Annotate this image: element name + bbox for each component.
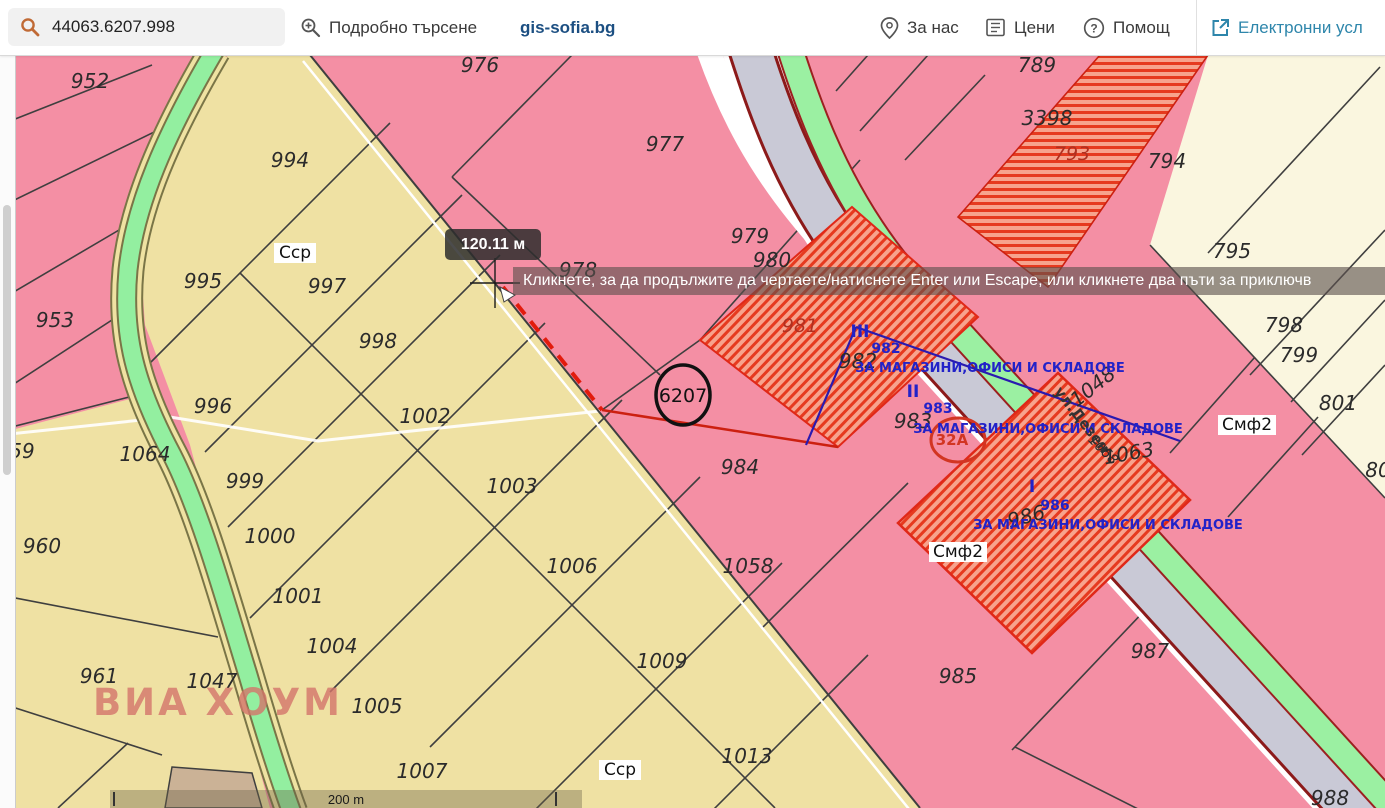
- map-label: 984: [721, 455, 759, 479]
- map-label: ЗА МАГАЗИНИ,ОФИСИ И СКЛАДОВЕ: [973, 518, 1243, 533]
- map-label: 32А: [936, 431, 969, 449]
- scrollbar-thumb[interactable]: [3, 205, 11, 475]
- map-label: II: [907, 382, 920, 402]
- map-label: 997: [308, 274, 346, 298]
- map-label: 952: [71, 69, 109, 93]
- map-label: 1064: [120, 442, 171, 466]
- map-label: 960: [23, 534, 61, 558]
- map-label: Сср: [604, 760, 636, 780]
- site-link-label: gis-sofia.bg: [520, 18, 615, 38]
- map-label: 953: [36, 308, 74, 332]
- map-label: 985: [939, 664, 977, 688]
- map-label: 794: [1148, 149, 1186, 173]
- map-label: 998: [359, 329, 397, 353]
- map-label: 983: [923, 401, 952, 417]
- map-label: 801: [1319, 391, 1357, 415]
- map-label: 976: [461, 55, 499, 77]
- map-label: 795: [1213, 239, 1251, 263]
- eservices-label: Електронни усл: [1238, 18, 1363, 38]
- map-label: 979: [731, 224, 769, 248]
- detailed-search-label: Подробно търсене: [329, 18, 477, 38]
- measure-value: 120.11 м: [461, 236, 525, 254]
- draw-instruction-bar: Кликнете, за да продължите да чертаете/н…: [513, 267, 1385, 295]
- map-label: 986: [1040, 498, 1069, 514]
- prices-button[interactable]: Цени: [985, 0, 1055, 55]
- map-label: 996: [194, 394, 232, 418]
- map-label: 977: [646, 132, 684, 156]
- map-label: 1002: [400, 404, 451, 428]
- draw-instruction-text: Кликнете, за да продължите да чертаете/н…: [523, 272, 1311, 289]
- search-icon: [20, 17, 40, 37]
- search-input[interactable]: [50, 16, 274, 38]
- map-label: III: [851, 322, 870, 342]
- map-label: Смф2: [933, 542, 983, 562]
- svg-text:?: ?: [1090, 21, 1097, 35]
- about-button[interactable]: За нас: [880, 0, 959, 55]
- question-circle-icon: ?: [1083, 17, 1105, 39]
- price-list-icon: [985, 18, 1006, 37]
- external-link-icon: [1210, 18, 1230, 38]
- map-label: 1004: [307, 634, 358, 658]
- map-label: ВИА ХОУМ: [93, 681, 343, 724]
- map-label: 789: [1018, 55, 1056, 77]
- map-label: 799: [1280, 343, 1318, 367]
- map-label: 994: [271, 148, 309, 172]
- cadastral-map-canvas[interactable]: 6207 95295397697797897998098199499599799…: [0, 55, 1385, 808]
- about-label: За нас: [907, 18, 959, 38]
- prices-label: Цени: [1014, 18, 1055, 38]
- help-button[interactable]: ? Помощ: [1083, 0, 1170, 55]
- search-plus-icon: [300, 17, 321, 38]
- top-toolbar: Подробно търсене gis-sofia.bg За нас Цен…: [0, 0, 1385, 56]
- help-label: Помощ: [1113, 18, 1170, 38]
- map-label: Сср: [279, 243, 311, 263]
- location-pin-icon: [880, 17, 899, 39]
- map-label: 999: [226, 469, 264, 493]
- map-label: 982: [871, 341, 900, 357]
- map-label: 1005: [352, 694, 403, 718]
- map-label: 1058: [723, 554, 774, 578]
- map-label: 988: [1311, 786, 1349, 808]
- map-label: 1001: [273, 584, 324, 608]
- map-label: 995: [184, 269, 222, 293]
- toolbar-divider: [1196, 0, 1197, 55]
- map-label: I: [1029, 477, 1035, 497]
- site-link[interactable]: gis-sofia.bg: [520, 0, 615, 55]
- scale-label: 200 m: [328, 792, 364, 807]
- map-label: Смф2: [1222, 415, 1272, 435]
- map-label: 793: [1054, 143, 1090, 165]
- map-label: ЗА МАГАЗИНИ,ОФИСИ И СКЛАДОВЕ: [855, 361, 1125, 376]
- map-label: 1000: [245, 524, 296, 548]
- map-label: 3398: [1022, 106, 1073, 130]
- scale-bar: 200 m: [110, 790, 582, 808]
- parcel-search-box[interactable]: [8, 8, 285, 46]
- map-label: 1006: [547, 554, 598, 578]
- selected-parcel-number: 6207: [659, 385, 707, 407]
- map-label: 1009: [637, 649, 688, 673]
- map-viewport[interactable]: 6207 95295397697797897998098199499599799…: [0, 55, 1385, 808]
- map-label: 1007: [397, 759, 448, 783]
- map-label: 80: [1365, 458, 1385, 482]
- collapsed-side-panel[interactable]: [0, 55, 16, 808]
- map-label: 798: [1265, 313, 1303, 337]
- map-label: 987: [1131, 639, 1169, 663]
- measure-tooltip: 120.11 м: [445, 229, 541, 260]
- gis-sofia-app: Подробно търсене gis-sofia.bg За нас Цен…: [0, 0, 1385, 808]
- map-label: 981: [782, 315, 818, 337]
- eservices-link[interactable]: Електронни усл: [1210, 0, 1363, 55]
- map-label: 1013: [722, 744, 773, 768]
- detailed-search-button[interactable]: Подробно търсене: [300, 0, 477, 55]
- map-label: 1003: [487, 474, 538, 498]
